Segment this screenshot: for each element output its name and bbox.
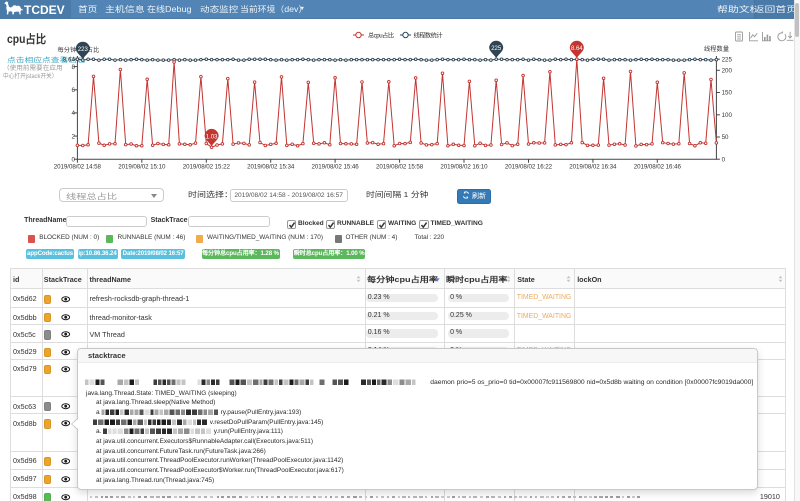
svg-text:2019/08/02 16:34: 2019/08/02 16:34: [569, 163, 617, 170]
svg-text:2019/08/02 15:22: 2019/08/02 15:22: [183, 163, 231, 170]
svg-text:2019/08/02 16:22: 2019/08/02 16:22: [505, 163, 553, 170]
svg-text:2019/08/02 15:10: 2019/08/02 15:10: [118, 163, 166, 170]
svg-text:223: 223: [78, 47, 89, 53]
svg-text:8.64: 8.64: [571, 46, 583, 52]
svg-text:8: 8: [71, 64, 75, 71]
svg-text:总cpu占比: 总cpu占比: [368, 31, 394, 39]
svg-text:225: 225: [722, 56, 733, 63]
svg-text:4: 4: [71, 110, 75, 117]
svg-text:2019/08/02 15:34: 2019/08/02 15:34: [247, 163, 295, 170]
svg-text:2019/08/02 16:46: 2019/08/02 16:46: [634, 163, 682, 170]
svg-text:6: 6: [71, 87, 75, 94]
svg-text:线程数量: 线程数量: [704, 45, 729, 53]
svg-text:2: 2: [71, 133, 75, 140]
svg-text:2019/08/02 15:58: 2019/08/02 15:58: [376, 163, 424, 170]
svg-text:2019/08/02 15:46: 2019/08/02 15:46: [312, 163, 360, 170]
svg-text:100: 100: [722, 112, 733, 119]
svg-text:50: 50: [722, 134, 729, 141]
svg-text:225: 225: [491, 46, 502, 52]
svg-text:0: 0: [71, 156, 75, 163]
svg-text:150: 150: [722, 90, 733, 97]
svg-text:200: 200: [722, 68, 733, 75]
svg-text:2019/08/02 16:10: 2019/08/02 16:10: [440, 163, 488, 170]
svg-text:8.64: 8.64: [63, 56, 76, 63]
svg-text:2019/08/02 14:58: 2019/08/02 14:58: [54, 163, 102, 170]
svg-text:0: 0: [722, 156, 726, 163]
svg-text:线程数统计: 线程数统计: [414, 31, 443, 39]
svg-text:1.03: 1.03: [206, 134, 218, 140]
